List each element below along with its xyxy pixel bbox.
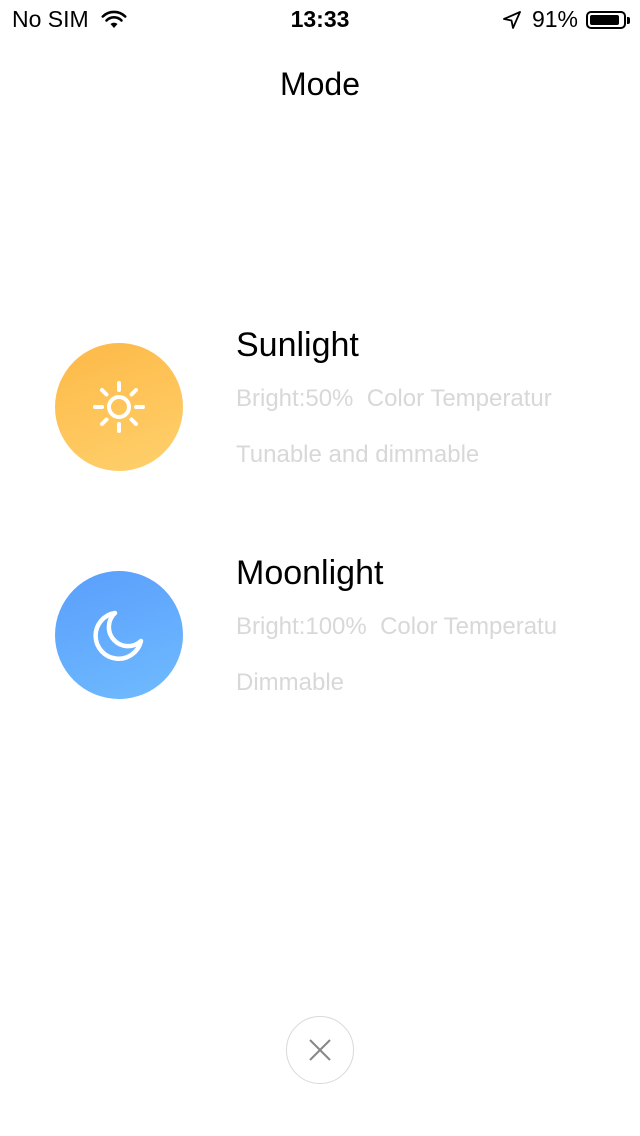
mode-detail: Bright:50% Color Temperatur	[236, 385, 552, 412]
battery-icon	[586, 10, 630, 29]
location-arrow-icon	[503, 10, 521, 29]
mode-description: Dimmable	[236, 669, 345, 696]
mode-name: Sunlight	[236, 326, 359, 364]
mode-name: Moonlight	[236, 554, 384, 592]
mode-description: Tunable and dimmable	[236, 441, 480, 468]
sunlight-mode-button[interactable]	[55, 343, 183, 471]
close-icon	[309, 1039, 331, 1061]
mode-detail: Bright:100% Color Temperatu	[236, 613, 558, 640]
moon-icon	[93, 610, 144, 661]
mode-item-sunlight[interactable]: Sunlight Bright:50% Color Temperatur Tun…	[0, 300, 640, 480]
mode-item-moonlight[interactable]: Moonlight Bright:100% Color Temperatu Di…	[0, 528, 640, 708]
close-button[interactable]	[286, 1016, 354, 1084]
battery-percent: 91%	[531, 6, 578, 32]
moonlight-mode-button[interactable]	[55, 571, 183, 699]
battery-level	[590, 14, 619, 25]
status-bar: No SIM 13:33 91%	[0, 0, 640, 40]
sun-icon	[93, 381, 145, 433]
status-right: 91%	[502, 6, 630, 33]
page-title: Mode	[279, 66, 361, 102]
battery-tip	[627, 16, 630, 24]
